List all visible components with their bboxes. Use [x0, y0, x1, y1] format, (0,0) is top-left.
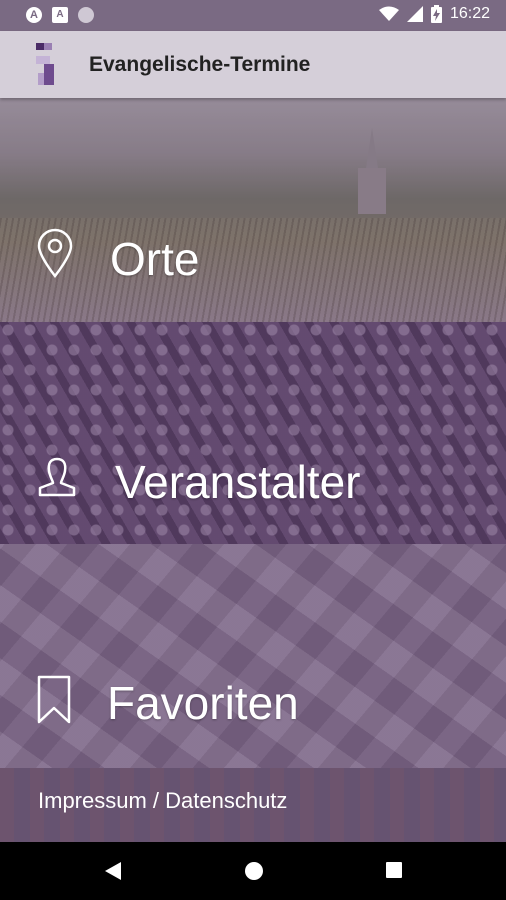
- system-nav-bar: [0, 842, 506, 900]
- circle-notification-icon: [78, 7, 94, 23]
- battery-charging-icon: [430, 5, 442, 23]
- back-icon[interactable]: [104, 861, 122, 881]
- menu-label-favoriten: Favoriten: [107, 677, 299, 729]
- status-bar: A A 16:22: [0, 0, 506, 31]
- system-status: 16:22: [378, 5, 490, 23]
- menu-item-favoriten[interactable]: Favoriten: [0, 544, 506, 768]
- location-pin-icon: [37, 228, 73, 278]
- app-bar: Evangelische-Termine: [0, 31, 506, 98]
- a-box-notification-icon: A: [52, 7, 68, 23]
- app-title: Evangelische-Termine: [89, 53, 311, 76]
- menu-item-veranstalter[interactable]: Veranstalter: [0, 322, 506, 544]
- status-clock: 16:22: [449, 5, 490, 22]
- a-notification-icon: A: [26, 7, 42, 23]
- recents-icon[interactable]: [385, 861, 403, 879]
- notification-icons: A A: [26, 7, 94, 23]
- favoriten-background: [0, 544, 506, 768]
- impressum-link[interactable]: Impressum / Datenschutz: [38, 788, 287, 814]
- menu-label-veranstalter: Veranstalter: [115, 456, 361, 508]
- impressum-strip: Impressum / Datenschutz: [0, 768, 506, 842]
- person-icon: [38, 457, 76, 497]
- menu-label-orte: Orte: [110, 233, 200, 285]
- signal-icon: [406, 6, 423, 22]
- app-logo-icon: [36, 43, 54, 85]
- home-icon[interactable]: [244, 861, 264, 881]
- bookmark-icon: [37, 675, 71, 724]
- menu-item-orte[interactable]: Orte: [0, 98, 506, 322]
- wifi-icon: [378, 6, 399, 21]
